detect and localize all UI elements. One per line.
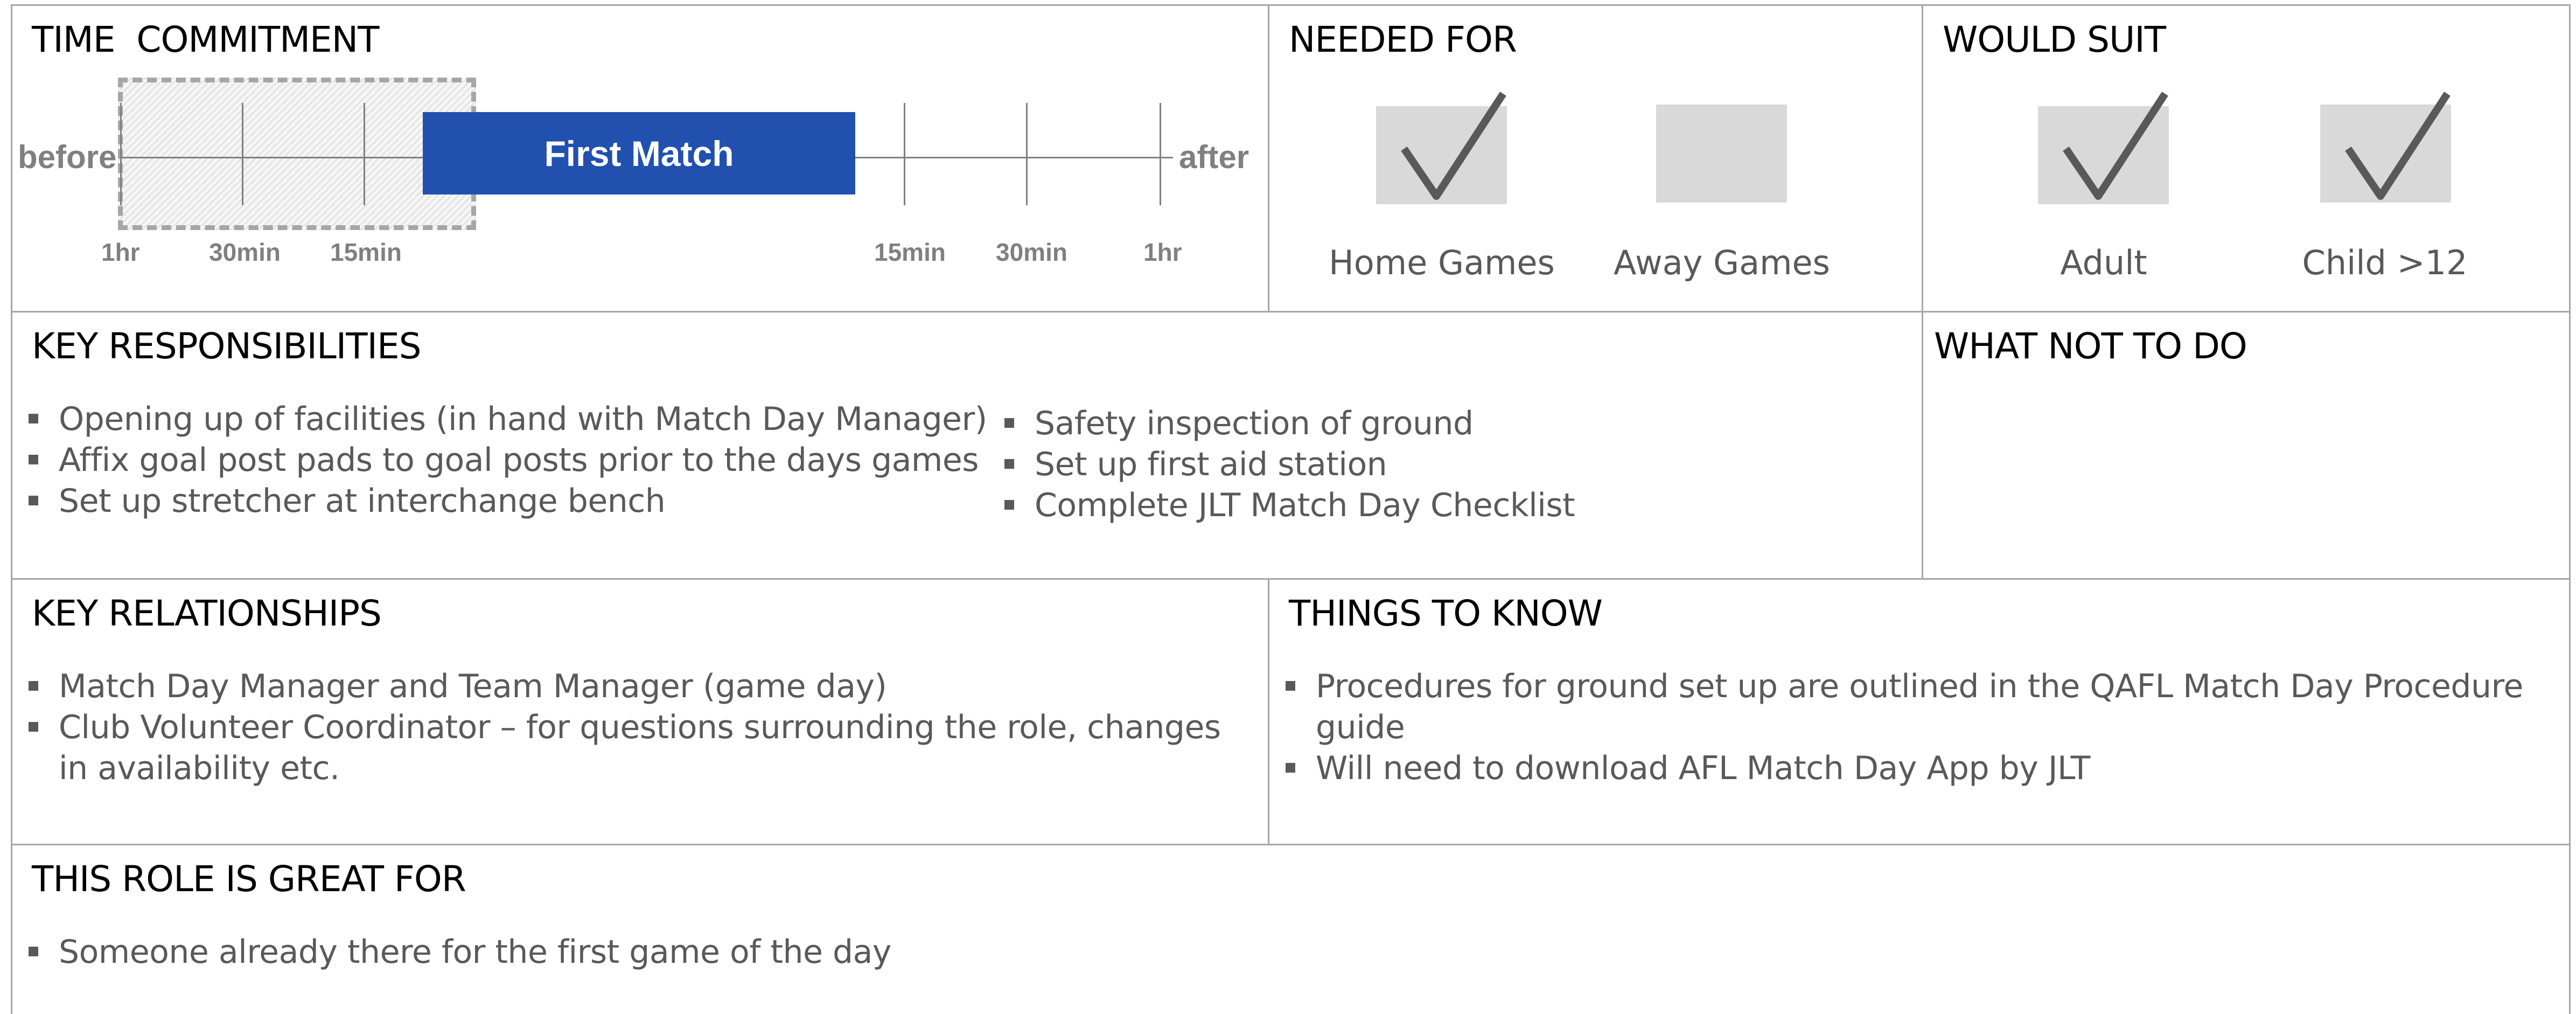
key-relationships-heading: KEY RELATIONSHIPS [32, 593, 382, 634]
tick-before-1hr [120, 103, 122, 205]
adult-label: Adult [2060, 243, 2147, 282]
key-responsibilities-section: KEY RESPONSIBILITIES Opening up of facil… [11, 311, 1923, 580]
things-to-know-heading: THINGS TO KNOW [1289, 593, 1603, 634]
tick-before-30min [242, 103, 243, 205]
list-item: Opening up of facilities (in hand with M… [26, 399, 990, 440]
tick-label: 30min [996, 238, 1067, 266]
after-label: after [1179, 139, 1249, 175]
would-suit-heading: WOULD SUIT [1943, 19, 2166, 60]
tick-label: 15min [330, 238, 402, 266]
great-for-heading: THIS ROLE IS GREAT FOR [32, 858, 466, 900]
tick-label: 1hr [1143, 238, 1182, 266]
list-item: Match Day Manager and Team Manager (game… [26, 666, 1233, 707]
key-relationships-section: KEY RELATIONSHIPS Match Day Manager and … [11, 578, 1269, 845]
what-not-to-do-heading: WHAT NOT TO DO [1934, 325, 2247, 367]
time-commitment-section: TIME COMMITMENT First Match before after… [11, 4, 1269, 312]
list-item: Set up stretcher at interchange bench [26, 481, 990, 522]
list-item: Affix goal post pads to goal posts prior… [26, 440, 990, 481]
tick-after-1hr [1160, 103, 1161, 205]
tick-label: 15min [874, 238, 946, 266]
key-responsibilities-heading: KEY RESPONSIBILITIES [32, 325, 422, 367]
tick-after-15min [904, 103, 905, 205]
empty-box-icon [1656, 105, 1787, 203]
child-label: Child >12 [2302, 243, 2468, 282]
needed-for-section: NEEDED FOR Home Games Away Games [1268, 4, 1923, 312]
check-icon [2345, 92, 2451, 200]
away-games-label: Away Games [1614, 243, 1830, 282]
responsibilities-list-right: Safety inspection of ground Set up first… [1002, 403, 1864, 526]
tick-label: 1hr [101, 238, 140, 266]
great-for-section: THIS ROLE IS GREAT FOR Someone already t… [11, 844, 2571, 1014]
things-to-know-section: THINGS TO KNOW Procedures for ground set… [1268, 578, 2571, 845]
check-icon [1401, 92, 1506, 200]
list-item: Set up first aid station [1002, 444, 1864, 485]
needed-for-heading: NEEDED FOR [1289, 19, 1517, 60]
first-match-bar: First Match [423, 112, 855, 195]
list-item: Procedures for ground set up are outline… [1283, 666, 2533, 748]
tick-before-15min [364, 103, 365, 205]
list-item: Complete JLT Match Day Checklist [1002, 485, 1864, 526]
what-not-to-do-section: WHAT NOT TO DO [1922, 311, 2571, 580]
list-item: Club Volunteer Coordinator – for questio… [26, 707, 1233, 789]
home-games-label: Home Games [1329, 243, 1555, 282]
list-item: Someone already there for the first game… [26, 932, 2504, 973]
great-for-list: Someone already there for the first game… [26, 932, 2504, 973]
things-to-know-list: Procedures for ground set up are outline… [1283, 666, 2533, 789]
list-item: Safety inspection of ground [1002, 403, 1864, 444]
before-label: before [18, 139, 117, 175]
first-match-label: First Match [544, 133, 734, 173]
tick-after-30min [1026, 103, 1028, 205]
check-icon [2063, 92, 2168, 200]
responsibilities-list-left: Opening up of facilities (in hand with M… [26, 399, 990, 522]
would-suit-section: WOULD SUIT Adult Child >12 [1922, 4, 2571, 312]
timeline: First Match before after 1hr 30min 15min… [12, 6, 1271, 314]
list-item: Will need to download AFL Match Day App … [1283, 748, 2533, 789]
tick-label: 30min [209, 238, 281, 266]
relationships-list: Match Day Manager and Team Manager (game… [26, 666, 1233, 789]
